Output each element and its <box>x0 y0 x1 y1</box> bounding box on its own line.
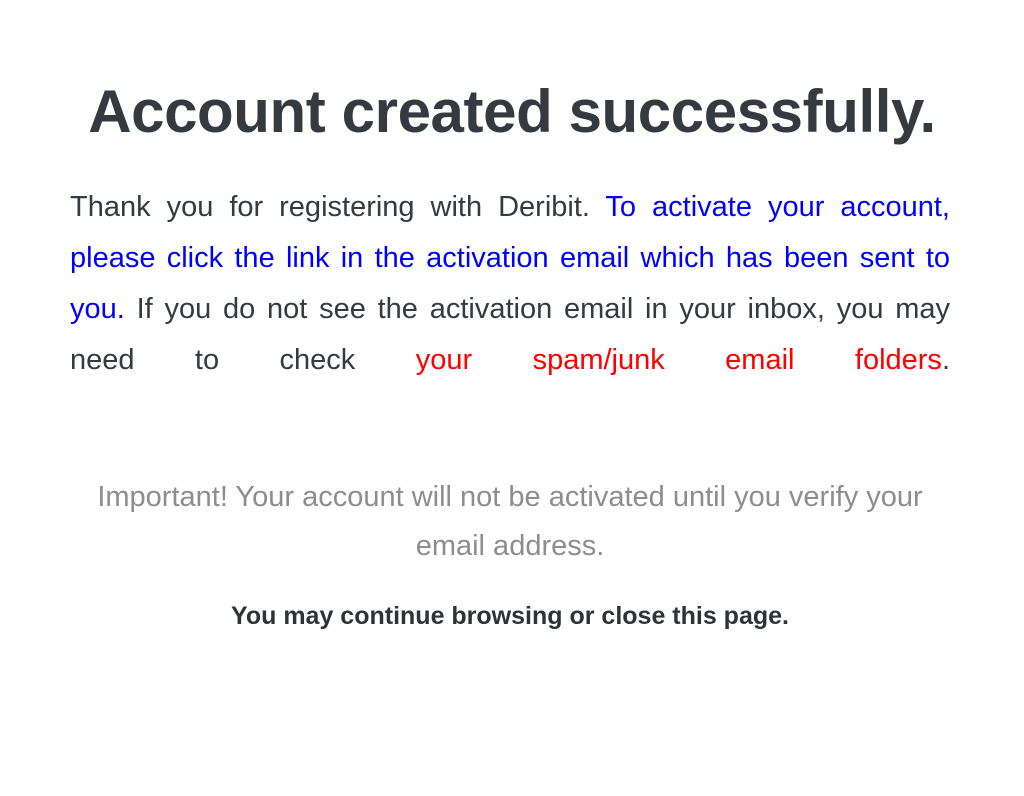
important-notice: Important! Your account will not be acti… <box>97 481 923 562</box>
paragraph-intro-text: Thank you for registering with Deribit. <box>70 191 606 223</box>
account-created-page: Account created successfully. Thank you … <box>0 0 1024 796</box>
page-title: Account created successfully. <box>88 78 936 145</box>
paragraph-end-punctuation: . <box>941 344 950 376</box>
spam-folder-warning-text: your spam/junk email folders <box>415 344 942 376</box>
content-container: Account created successfully. Thank you … <box>70 0 954 633</box>
closing-instruction: You may continue browsing or close this … <box>231 602 789 630</box>
confirmation-paragraph: Thank you for registering with Deribit. … <box>70 148 950 437</box>
